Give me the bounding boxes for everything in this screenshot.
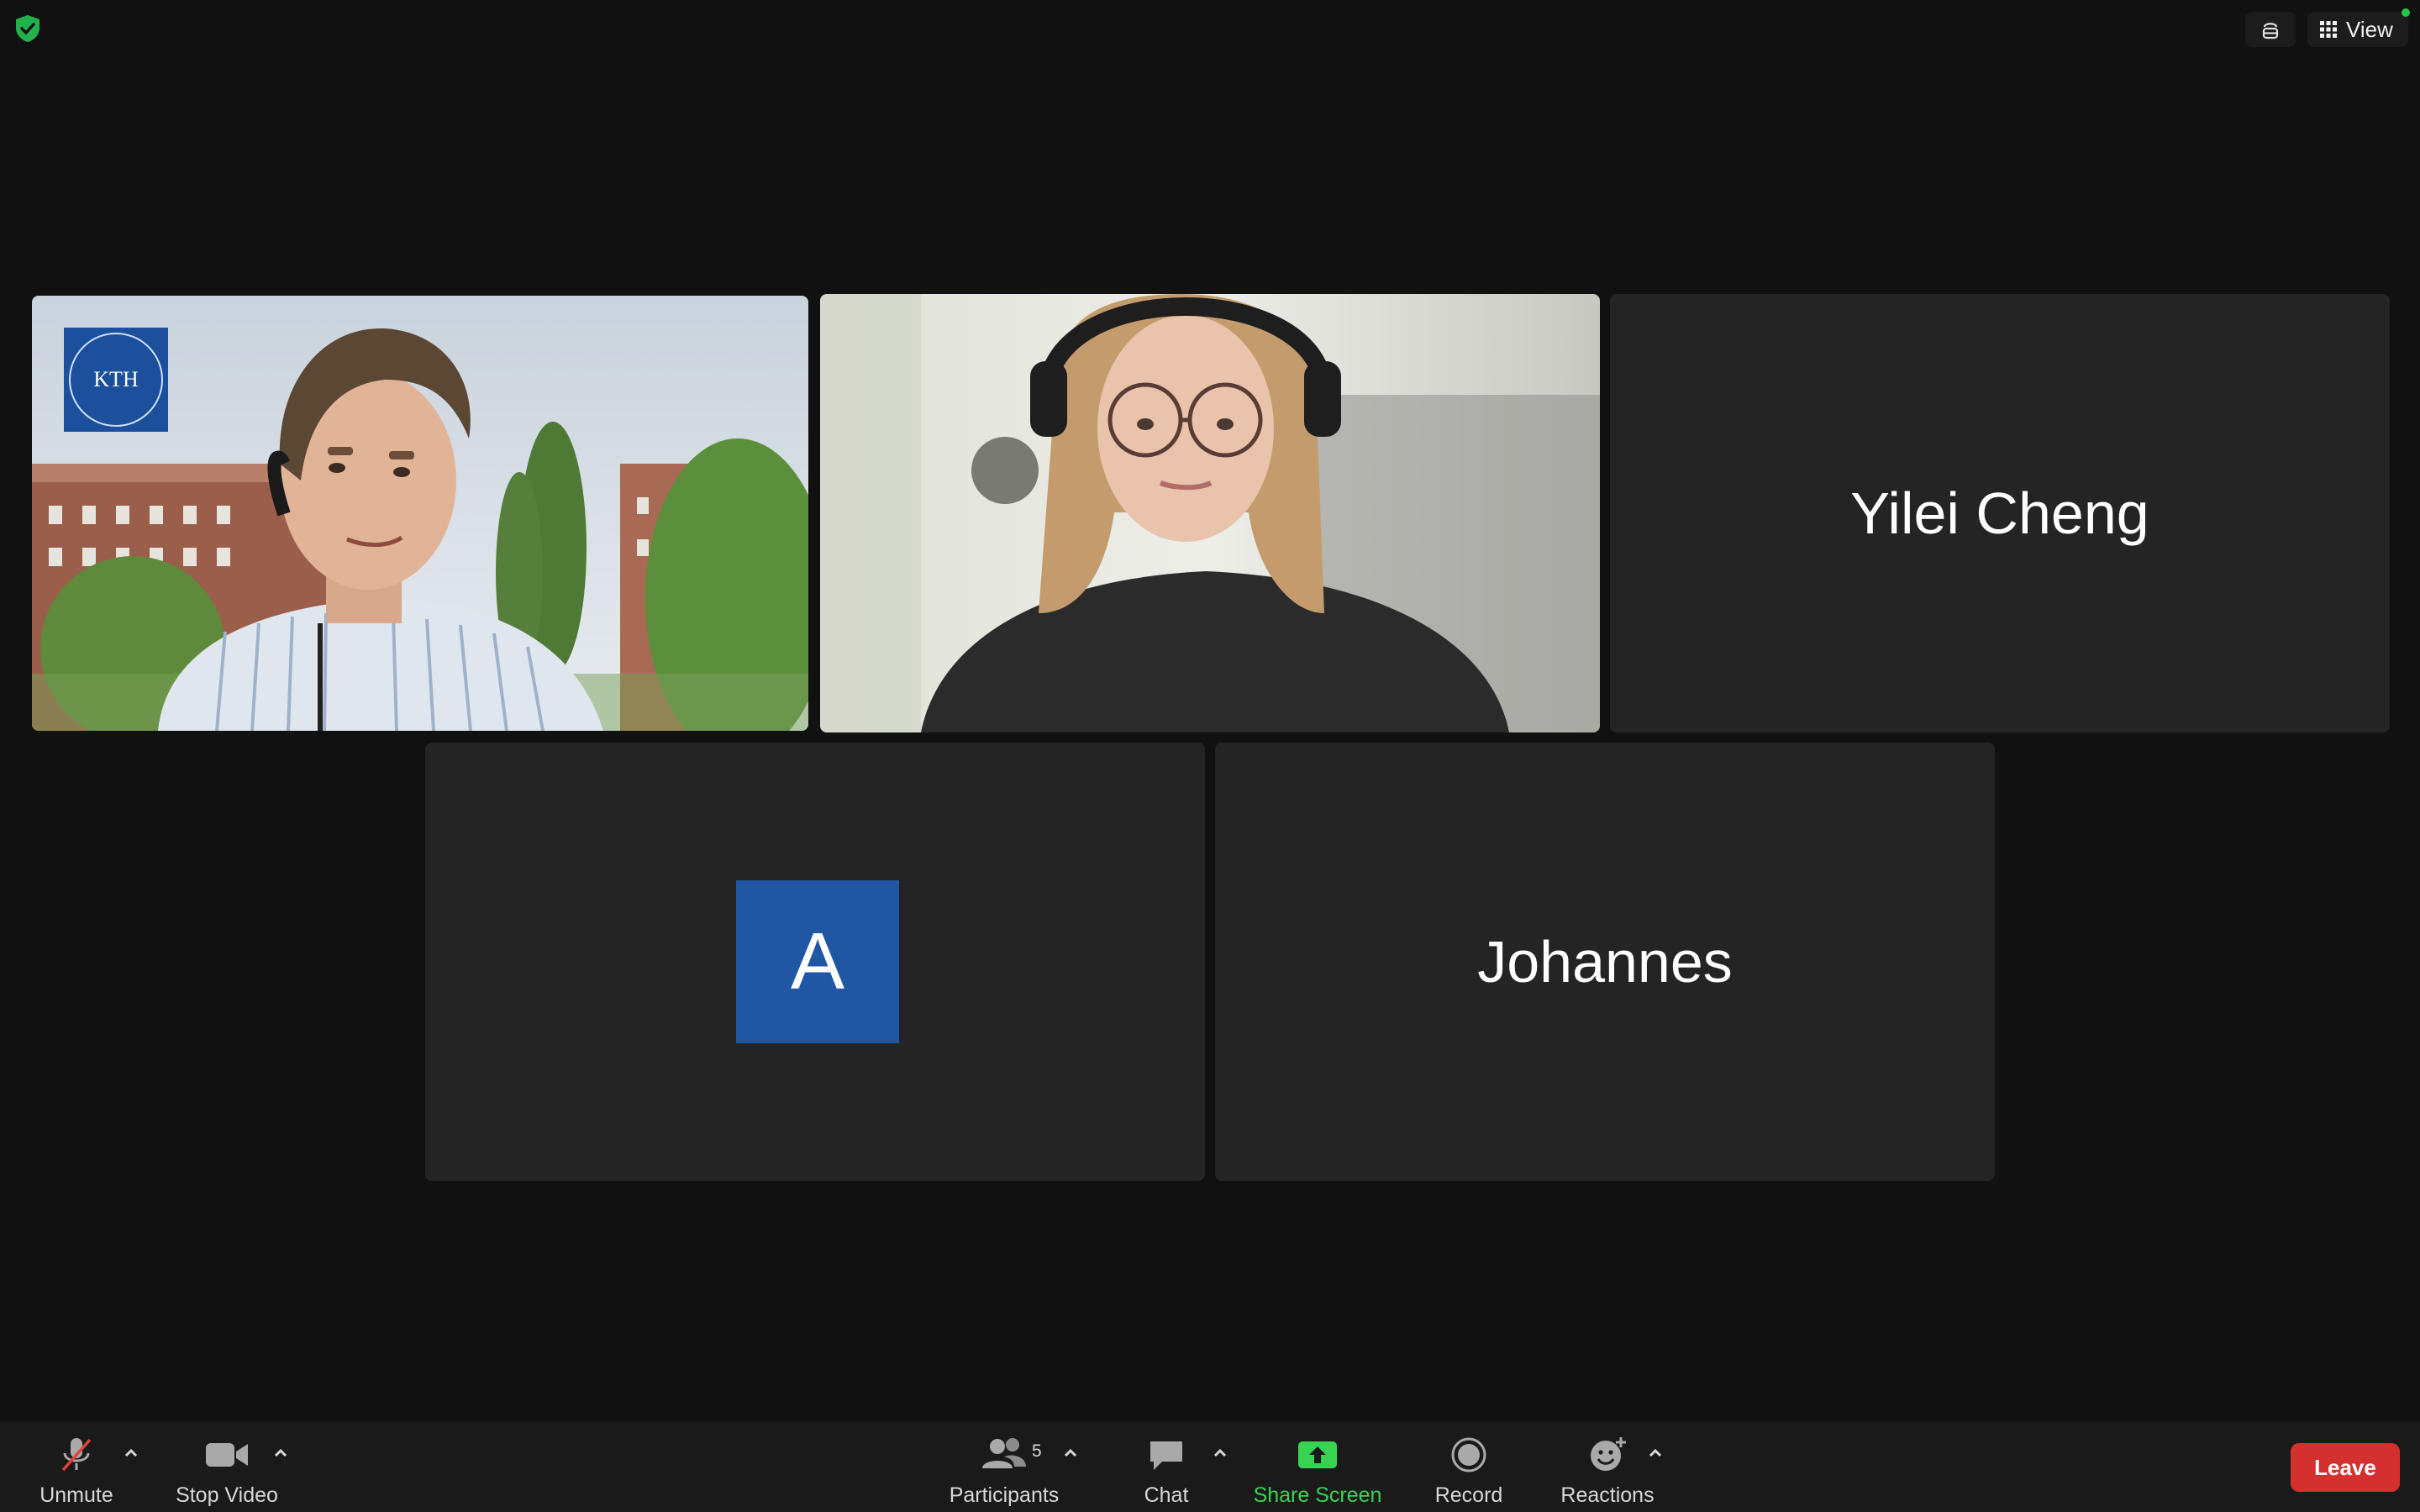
- record-icon: [1450, 1433, 1487, 1477]
- view-button[interactable]: View: [2307, 12, 2408, 47]
- view-label: View: [2346, 16, 2393, 42]
- leave-button[interactable]: Leave: [2291, 1443, 2400, 1492]
- chat-bubble-icon: [1147, 1433, 1186, 1477]
- video-tile-yilei-cheng[interactable]: Yilei Cheng: [1610, 294, 2390, 732]
- video-camera-icon: [204, 1433, 250, 1477]
- stop-video-button[interactable]: Stop Video: [168, 1421, 286, 1512]
- meeting-controls-toolbar: [0, 1421, 2420, 1512]
- unmute-button[interactable]: Unmute: [29, 1421, 124, 1512]
- reactions-smiley-icon: [1587, 1433, 1628, 1477]
- chat-button[interactable]: Chat: [1126, 1421, 1207, 1512]
- chat-options-caret-icon[interactable]: [1210, 1443, 1230, 1463]
- top-bar: View: [0, 0, 2420, 59]
- reactions-label: Reactions: [1560, 1483, 1655, 1507]
- share-screen-icon: [1297, 1433, 1339, 1477]
- participant-avatar: A: [736, 880, 899, 1043]
- share-screen-label: Share Screen: [1253, 1483, 1382, 1507]
- participant-name: Johannes: [1477, 929, 1733, 995]
- meeting-info-button[interactable]: [2245, 12, 2296, 47]
- participants-options-caret-icon[interactable]: [1060, 1443, 1081, 1463]
- video-tile-participant-a[interactable]: A: [425, 743, 1205, 1181]
- video-tile-participant-2[interactable]: [820, 294, 1600, 732]
- video-tile-active-speaker[interactable]: KTH: [32, 296, 808, 731]
- share-screen-button[interactable]: Share Screen: [1249, 1421, 1386, 1512]
- participant-video-feed: [820, 294, 1600, 732]
- participants-button[interactable]: Participants: [941, 1421, 1067, 1512]
- unmute-label: Unmute: [39, 1483, 113, 1507]
- participants-count: 5: [1032, 1441, 1042, 1461]
- video-options-caret-icon[interactable]: [271, 1443, 291, 1463]
- recording-status-icon: [2262, 23, 2279, 39]
- participant-name: Yilei Cheng: [1850, 480, 2149, 546]
- participants-icon: [979, 1433, 1029, 1477]
- reactions-button[interactable]: Reactions: [1553, 1421, 1662, 1512]
- chat-label: Chat: [1144, 1483, 1189, 1507]
- reactions-options-caret-icon[interactable]: [1645, 1443, 1665, 1463]
- grid-view-icon: [2320, 21, 2337, 38]
- encryption-shield-icon[interactable]: [13, 13, 42, 44]
- kth-logo-text: KTH: [69, 333, 163, 427]
- stop-video-label: Stop Video: [176, 1483, 278, 1507]
- record-button[interactable]: Record: [1428, 1421, 1509, 1512]
- microphone-muted-icon: [56, 1433, 97, 1477]
- video-tile-johannes[interactable]: Johannes: [1215, 743, 1995, 1181]
- audio-options-caret-icon[interactable]: [121, 1443, 141, 1463]
- participants-label: Participants: [949, 1483, 1060, 1507]
- record-label: Record: [1434, 1483, 1503, 1507]
- connection-status-dot: [2402, 8, 2410, 17]
- kth-logo: KTH: [64, 328, 168, 432]
